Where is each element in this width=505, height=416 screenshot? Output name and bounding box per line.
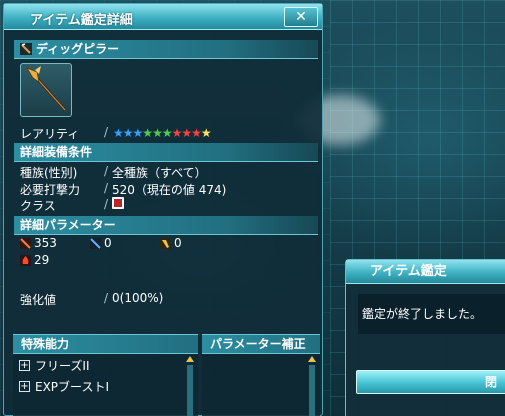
melee-attack-value: 353 (34, 236, 57, 250)
special-abilities-panel: 特殊能力 + フリーズII + EXPブーストI (13, 334, 198, 416)
expand-icon[interactable]: + (19, 381, 30, 392)
class-label: クラス (20, 199, 56, 213)
ability-item[interactable]: + フリーズII (19, 357, 89, 374)
separator: / (104, 197, 109, 211)
star-icon: ★ (132, 126, 144, 140)
star-icon: ★ (181, 126, 192, 140)
expand-icon[interactable]: + (19, 360, 30, 371)
dialog-title: アイテム鑑定 (346, 260, 505, 284)
fire-element-icon (20, 255, 31, 266)
separator: / (104, 291, 109, 305)
item-thumbnail (20, 63, 72, 117)
ability-item[interactable]: + EXPブーストI (19, 378, 109, 395)
close-button[interactable]: ✕ (284, 7, 318, 27)
separator: / (104, 125, 109, 139)
item-appraisal-detail-window: アイテム鑑定詳細 ✕ ディッグピラー レアリティ / ★★★★★★★★★★ 詳細… (3, 3, 323, 416)
item-name-header: ディッグピラー (14, 40, 318, 59)
parameters-header: 詳細パラメーター (14, 216, 318, 235)
scroll-up-icon[interactable] (308, 356, 316, 362)
separator: / (104, 164, 109, 178)
race-label: 種族(性別) (20, 166, 78, 180)
ranged-attack-icon (90, 238, 101, 249)
special-abilities-header: 特殊能力 (13, 335, 198, 354)
required-attack-label: 必要打撃力 (20, 183, 81, 197)
star-icon: ★ (161, 126, 173, 140)
grind-label: 強化値 (20, 293, 57, 307)
partisan-weapon-icon (26, 66, 67, 111)
tech-attack-icon (160, 238, 171, 249)
scroll-up-icon[interactable] (186, 356, 194, 362)
appraisal-dialog: アイテム鑑定 鑑定が終了しました。 閉 (345, 259, 505, 416)
melee-attack-icon (20, 238, 31, 249)
parameter-bonus-header: パラメーター補正 (202, 335, 320, 354)
star-icon: ★ (142, 126, 153, 140)
item-name: ディッグピラー (36, 41, 120, 56)
rarity-stars: ★★★★★★★★★★ (113, 126, 212, 140)
parameter-bonus-panel: パラメーター補正 (202, 334, 320, 416)
star-icon: ★ (191, 126, 202, 140)
ability-name: フリーズII (35, 359, 90, 373)
star-icon: ★ (152, 126, 163, 140)
window-titlebar[interactable]: アイテム鑑定詳細 ✕ (4, 4, 322, 30)
separator: / (104, 181, 109, 195)
grind-value: 0(100%) (112, 291, 164, 305)
ability-name: EXPブーストI (35, 380, 109, 394)
star-icon: ★ (122, 126, 134, 140)
window-title: アイテム鑑定詳細 (30, 13, 133, 28)
ranged-attack-value: 0 (104, 236, 112, 250)
scrollbar[interactable] (187, 365, 193, 416)
star-icon: ★ (200, 126, 212, 140)
weapon-type-icon (20, 43, 32, 55)
close-dialog-button[interactable]: 閉 (356, 370, 505, 394)
hunter-class-icon (112, 197, 124, 209)
element-value: 29 (34, 253, 50, 267)
star-icon: ★ (113, 126, 124, 140)
dialog-message: 鑑定が終了しました。 (358, 294, 505, 334)
tech-attack-value: 0 (174, 236, 182, 250)
required-attack-value: 520（現在の値 474) (112, 183, 227, 197)
star-icon: ★ (171, 126, 183, 140)
rarity-label: レアリティ (20, 127, 80, 141)
scrollbar[interactable] (309, 365, 315, 416)
race-value: 全種族（すべて） (112, 166, 207, 180)
requirements-header: 詳細装備条件 (14, 143, 318, 162)
